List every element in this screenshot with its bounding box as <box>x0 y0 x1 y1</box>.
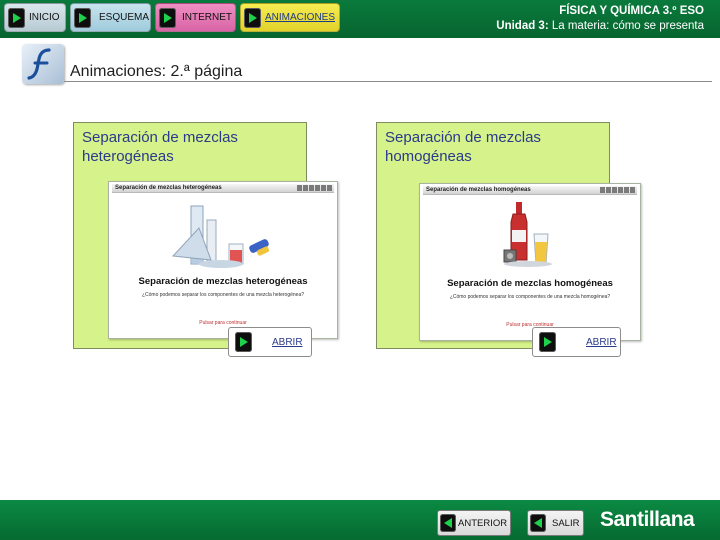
thumbnail-toolbar <box>297 185 332 191</box>
unit-name: La materia: cómo se presenta <box>548 20 704 32</box>
card-title: Separación de mezclas homogéneas <box>385 128 541 166</box>
play-icon <box>74 7 91 28</box>
salir-label: SALIR <box>552 517 580 529</box>
card-title-line1: Separación de mezclas <box>82 129 238 146</box>
animation-thumbnail[interactable]: Separación de mezclas heterogéneas Separ… <box>108 181 338 339</box>
nav-internet-label: INTERNET <box>182 12 232 23</box>
back-arrow-icon <box>440 514 456 532</box>
flash-logo-icon <box>22 44 64 84</box>
course-title: FÍSICA Y QUÍMICA 3.º ESO <box>559 5 704 17</box>
open-label: ABRIR <box>272 336 303 348</box>
course-info: FÍSICA Y QUÍMICA 3.º ESO Unidad 3: La ma… <box>496 4 704 34</box>
nav-esquema-label: ESQUEMA <box>99 12 150 23</box>
thumbnail-continue-link: Pulsar para continuar <box>199 320 247 326</box>
course-unit: Unidad 3: La materia: cómo se presenta <box>496 19 704 34</box>
card-title: Separación de mezclas heterogéneas <box>82 128 238 166</box>
santillana-logo: Santillana <box>600 508 695 531</box>
nav-esquema-button[interactable]: ESQUEMA <box>70 3 151 32</box>
play-icon <box>539 332 556 352</box>
nav-inicio-button[interactable]: INICIO <box>4 3 66 32</box>
title-divider <box>64 81 712 82</box>
thumbnail-titlebar: Separación de mezclas heterogéneas <box>112 184 334 193</box>
thumbnail-heading: Separación de mezclas heterogéneas <box>138 276 308 287</box>
animation-thumbnail[interactable]: Separación de mezclas homogéneas Separac… <box>419 183 641 341</box>
anterior-label: ANTERIOR <box>458 517 508 529</box>
thumbnail-heading: Separación de mezclas homogéneas <box>447 278 613 289</box>
play-icon <box>235 332 252 352</box>
nav-animaciones-label: ANIMACIONES <box>265 12 336 23</box>
unit-prefix: Unidad 3: <box>496 20 549 32</box>
card-title-line1: Separación de mezclas <box>385 129 541 146</box>
back-arrow-icon <box>530 514 546 532</box>
play-icon <box>159 7 176 28</box>
salir-button[interactable]: SALIR <box>527 510 584 536</box>
thumbnail-toolbar <box>600 187 635 193</box>
thumbnail-titlebar-text: Separación de mezclas homogéneas <box>426 187 531 193</box>
card-title-line2: heterogéneas <box>82 148 174 165</box>
card-title-line2: homogéneas <box>385 148 472 165</box>
animation-card-homogeneas: Separación de mezclas homogéneas Separac… <box>376 122 641 349</box>
lab-glassware-illustration <box>171 205 270 268</box>
thumbnail-titlebar: Separación de mezclas homogéneas <box>423 186 637 195</box>
nav-animaciones-button[interactable]: ANIMACIONES <box>240 3 340 32</box>
open-homogeneas-button[interactable]: ABRIR <box>532 327 621 357</box>
animation-card-heterogeneas: Separación de mezclas heterogéneas Separ… <box>73 122 338 349</box>
thumbnail-titlebar-text: Separación de mezclas heterogéneas <box>115 185 222 191</box>
thumbnail-question: ¿Cómo podemos separar los componentes de… <box>449 294 611 300</box>
thumbnail-question: ¿Cómo podemos separar los componentes de… <box>141 292 305 298</box>
nav-inicio-label: INICIO <box>29 12 60 23</box>
play-icon <box>8 7 25 28</box>
bottle-and-glass-illustration <box>503 202 552 267</box>
play-icon <box>244 7 261 28</box>
page-title: Animaciones: 2.ª página <box>70 63 243 80</box>
nav-internet-button[interactable]: INTERNET <box>155 3 236 32</box>
anterior-button[interactable]: ANTERIOR <box>437 510 511 536</box>
open-heterogeneas-button[interactable]: ABRIR <box>228 327 312 357</box>
open-label: ABRIR <box>586 336 617 348</box>
